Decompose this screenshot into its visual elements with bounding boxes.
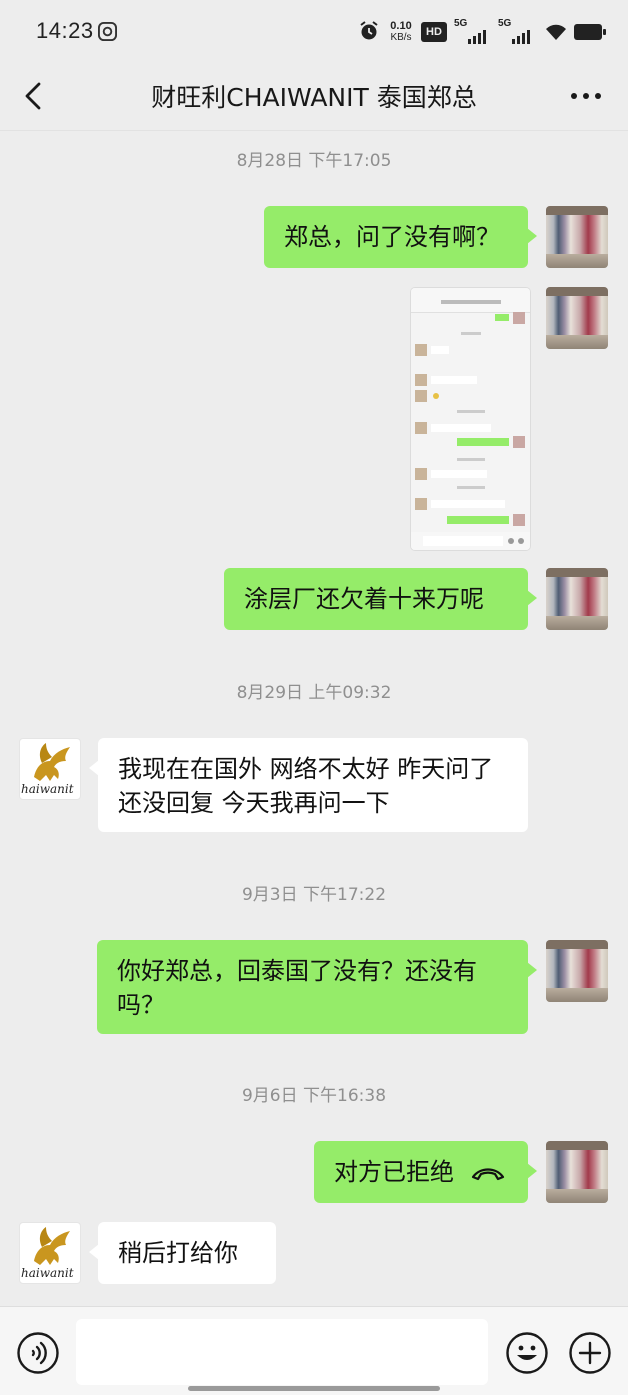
more-dots-icon[interactable] bbox=[566, 80, 606, 112]
message-text: 你好郑总，回泰国了没有？还没有吗？ bbox=[117, 957, 477, 1019]
alarm-icon bbox=[360, 21, 378, 40]
chat-header: 财旺利CHAIWANIT 泰国郑总 bbox=[0, 64, 628, 131]
contact-avatar[interactable]: haiwanit bbox=[19, 738, 81, 800]
plus-icon[interactable] bbox=[568, 1331, 612, 1375]
battery-icon bbox=[574, 24, 606, 40]
received-message-bubble[interactable]: 稍后打给你 bbox=[89, 1222, 276, 1284]
timestamp: 9月6日 下午16:38 bbox=[241, 1086, 387, 1106]
network-speed-value: 0.10 bbox=[390, 20, 412, 32]
my-avatar[interactable] bbox=[546, 206, 608, 268]
hd-badge: HD bbox=[421, 22, 447, 42]
svg-text:haiwanit: haiwanit bbox=[21, 1266, 74, 1280]
pegasus-logo-icon: haiwanit bbox=[21, 1227, 74, 1280]
chat-title: 财旺利CHAIWANIT 泰国郑总 bbox=[151, 83, 477, 112]
status-bar: 14:23 0.10 KB/s HD 5G 5G bbox=[0, 0, 628, 64]
my-avatar[interactable] bbox=[546, 940, 608, 1002]
sent-message-bubble[interactable]: 郑总，问了没有啊？ bbox=[264, 206, 537, 268]
phone-hangup-icon bbox=[471, 1168, 504, 1181]
timestamp: 8月29日 上午09:32 bbox=[236, 683, 392, 703]
my-avatar[interactable] bbox=[546, 568, 608, 630]
message-text: 涂层厂还欠着十来万呢 bbox=[244, 585, 484, 613]
message-input[interactable] bbox=[76, 1319, 488, 1385]
message-text: 我现在在国外 网络不太好 昨天问了 还没回复 今天我再问一下 bbox=[118, 755, 494, 817]
svg-text:haiwanit: haiwanit bbox=[21, 782, 74, 796]
network-speed-unit: KB/s bbox=[390, 32, 412, 43]
chat-screenshot-thumbnail bbox=[411, 288, 530, 550]
network-speed: 0.10 KB/s bbox=[386, 20, 416, 44]
signal-sim2-icon: 5G bbox=[498, 18, 536, 46]
emoji-icon[interactable] bbox=[505, 1331, 549, 1375]
received-message-bubble[interactable]: 我现在在国外 网络不太好 昨天问了 还没回复 今天我再问一下 bbox=[89, 738, 528, 832]
timestamp: 8月28日 下午17:05 bbox=[236, 151, 392, 171]
signal-sim1-icon: 5G bbox=[454, 18, 492, 46]
my-avatar[interactable] bbox=[546, 1141, 608, 1203]
notification-app-icon bbox=[98, 22, 117, 41]
sent-message-bubble[interactable]: 涂层厂还欠着十来万呢 bbox=[224, 568, 537, 630]
timestamp: 9月3日 下午17:22 bbox=[241, 885, 387, 905]
voice-icon[interactable] bbox=[16, 1331, 60, 1375]
chat-input-bar bbox=[0, 1306, 628, 1395]
wifi-icon bbox=[546, 24, 566, 40]
message-text: 郑总，问了没有啊？ bbox=[284, 223, 500, 251]
message-text: 稍后打给你 bbox=[118, 1239, 238, 1267]
call-status-text: 对方已拒绝 bbox=[334, 1158, 454, 1186]
sent-message-bubble[interactable]: 你好郑总，回泰国了没有？还没有吗？ bbox=[97, 940, 537, 1034]
status-time: 14:23 bbox=[36, 18, 94, 43]
contact-avatar[interactable]: haiwanit bbox=[19, 1222, 81, 1284]
my-avatar[interactable] bbox=[546, 287, 608, 349]
call-record-bubble[interactable]: 对方已拒绝 bbox=[314, 1141, 537, 1203]
home-indicator[interactable] bbox=[188, 1386, 440, 1391]
screenshot-image-message[interactable] bbox=[410, 287, 531, 551]
pegasus-logo-icon: haiwanit bbox=[21, 743, 74, 796]
